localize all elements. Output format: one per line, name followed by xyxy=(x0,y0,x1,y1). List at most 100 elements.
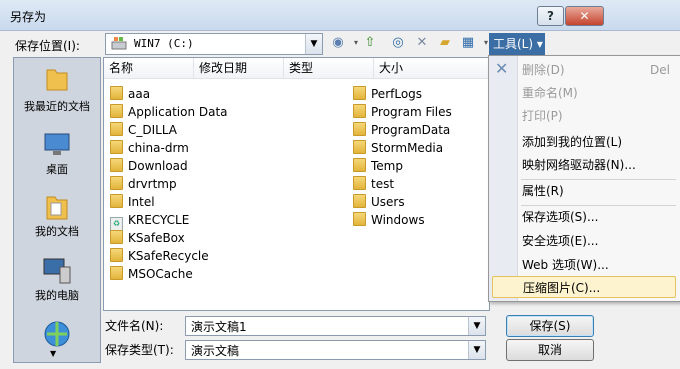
menu-item-rename[interactable]: 重命名(M) xyxy=(522,82,674,104)
help-button[interactable]: ? xyxy=(537,6,564,26)
list-item[interactable]: aaa xyxy=(110,85,150,103)
menu-item-label: 删除(D) xyxy=(522,63,565,77)
window-title: 另存为 xyxy=(10,10,47,24)
views-icon[interactable]: ▦ xyxy=(459,34,477,52)
save-location-value: WIN7 (C:) xyxy=(134,37,194,50)
file-name: C_DILLA xyxy=(128,123,178,137)
list-item[interactable]: KSafeRecycle xyxy=(110,247,209,265)
folder-icon xyxy=(353,158,366,172)
menu-item-add-to-places[interactable]: 添加到我的位置(L) xyxy=(522,131,674,153)
list-item[interactable]: Windows xyxy=(353,211,425,229)
folder-icon xyxy=(110,140,123,154)
list-item[interactable]: Program Files xyxy=(353,103,452,121)
list-item[interactable]: ♻ KRECYCLE xyxy=(110,211,190,231)
delete-icon[interactable]: ✕ xyxy=(413,34,431,52)
drive-icon xyxy=(111,37,127,50)
column-header-modified[interactable]: 修改日期 xyxy=(194,58,284,78)
list-item[interactable]: Application Data xyxy=(110,103,228,121)
delete-icon: ✕ xyxy=(495,59,509,78)
folder-icon xyxy=(110,266,123,280)
place-recent[interactable]: 我最近的文档 xyxy=(14,66,100,116)
menu-item-save-options[interactable]: 保存选项(S)... xyxy=(522,206,674,228)
desktop-icon xyxy=(44,133,70,155)
folder-icon xyxy=(110,158,123,172)
menu-item-print[interactable]: 打印(P) xyxy=(522,105,674,127)
list-item[interactable]: C_DILLA xyxy=(110,121,177,139)
menu-item-properties[interactable]: 属性(R) xyxy=(522,180,674,202)
place-my-computer[interactable]: 我的电脑 xyxy=(14,258,100,304)
filetype-select[interactable]: 演示文稿 ▼ xyxy=(185,340,486,360)
file-name: Users xyxy=(371,195,405,209)
list-item[interactable]: drvrtmp xyxy=(110,175,177,193)
place-label: 我最近的文档 xyxy=(24,100,90,113)
column-header-size[interactable]: 大小 xyxy=(374,58,489,78)
scroll-down-icon[interactable]: ▼ xyxy=(50,349,56,358)
file-name: ProgramData xyxy=(371,123,451,137)
folder-icon xyxy=(353,122,366,136)
file-name: Download xyxy=(128,159,188,173)
folder-icon xyxy=(353,140,366,154)
menu-item-compress-pictures[interactable]: 压缩图片(C)... xyxy=(492,276,676,298)
file-name: StormMedia xyxy=(371,141,444,155)
cancel-button[interactable]: 取消 xyxy=(506,339,594,361)
list-item[interactable]: PerfLogs xyxy=(353,85,422,103)
place-label: 我的文档 xyxy=(35,225,79,238)
close-button[interactable]: ✕ xyxy=(565,6,604,26)
file-name: MSOCache xyxy=(128,267,193,281)
column-header-type[interactable]: 类型 xyxy=(284,58,374,78)
network-icon[interactable] xyxy=(42,320,72,348)
chevron-down-icon[interactable]: ▼ xyxy=(468,317,485,335)
list-item[interactable]: china-drm xyxy=(110,139,189,157)
place-desktop[interactable]: 桌面 xyxy=(14,133,100,177)
save-button[interactable]: 保存(S) xyxy=(506,315,594,337)
save-as-dialog: 另存为 ? ✕ 保存位置(I): WIN7 (C:) ▼ ◉ ▾ ⇧ ◎ ✕ ▰… xyxy=(0,0,680,369)
menu-item-map-drive[interactable]: 映射网络驱动器(N)... xyxy=(522,154,674,176)
folder-icon xyxy=(110,104,123,118)
folder-icon xyxy=(110,176,123,190)
menu-item-delete[interactable]: 删除(D) Del xyxy=(522,59,674,81)
list-item[interactable]: Temp xyxy=(353,157,403,175)
file-name: KRECYCLE xyxy=(128,213,190,227)
menu-gutter xyxy=(489,56,518,301)
list-item[interactable]: test xyxy=(353,175,394,193)
folder-icon xyxy=(110,230,123,244)
folder-icon xyxy=(353,212,366,226)
folder-icon xyxy=(353,86,366,100)
menu-item-security-options[interactable]: 安全选项(E)... xyxy=(522,230,674,252)
list-item[interactable]: StormMedia xyxy=(353,139,443,157)
new-folder-icon[interactable]: ▰ xyxy=(436,34,454,52)
file-name: test xyxy=(371,177,395,191)
chevron-down-icon[interactable]: ▼ xyxy=(468,341,485,359)
list-item[interactable]: Download xyxy=(110,157,188,175)
back-icon[interactable]: ◉ xyxy=(329,34,347,52)
tools-menu: ✕ 删除(D) Del 重命名(M) 打印(P) 添加到我的位置(L) 映射网络驱… xyxy=(488,55,680,302)
column-header-name[interactable]: 名称 xyxy=(104,58,194,78)
filetype-value: 演示文稿 xyxy=(191,344,240,358)
places-bar: 我最近的文档 桌面 我的文档 我的电脑 ▼ xyxy=(13,57,101,363)
save-location-combo[interactable]: WIN7 (C:) ▼ xyxy=(105,33,323,55)
search-web-icon[interactable]: ◎ xyxy=(389,34,407,52)
folder-icon xyxy=(353,194,366,208)
tools-menu-button[interactable]: 工具(L) ▾ xyxy=(489,33,545,55)
filename-value: 演示文稿1 xyxy=(191,320,247,334)
save-location-label: 保存位置(I): xyxy=(15,39,80,53)
menu-item-web-options[interactable]: Web 选项(W)... xyxy=(522,254,674,276)
list-item[interactable]: ProgramData xyxy=(353,121,450,139)
folder-icon xyxy=(110,194,123,208)
list-item[interactable]: Intel xyxy=(110,193,155,211)
up-folder-icon[interactable]: ⇧ xyxy=(361,34,379,52)
chevron-down-icon[interactable]: ▼ xyxy=(305,34,322,54)
place-label: 我的电脑 xyxy=(35,289,79,302)
list-item[interactable]: Users xyxy=(353,193,405,211)
filename-label: 文件名(N): xyxy=(105,319,164,333)
file-name: Temp xyxy=(371,159,403,173)
file-name: aaa xyxy=(128,87,151,101)
filetype-label: 保存类型(T): xyxy=(105,343,174,357)
folder-icon xyxy=(110,122,123,136)
folder-icon xyxy=(110,86,123,100)
list-item[interactable]: MSOCache xyxy=(110,265,193,283)
list-item[interactable]: KSafeBox xyxy=(110,229,185,247)
file-list: 名称 修改日期 类型 大小 aaa Application Data C_DIL… xyxy=(103,57,490,311)
place-my-documents[interactable]: 我的文档 xyxy=(14,193,100,239)
filename-field[interactable]: 演示文稿1 ▼ xyxy=(185,316,486,336)
